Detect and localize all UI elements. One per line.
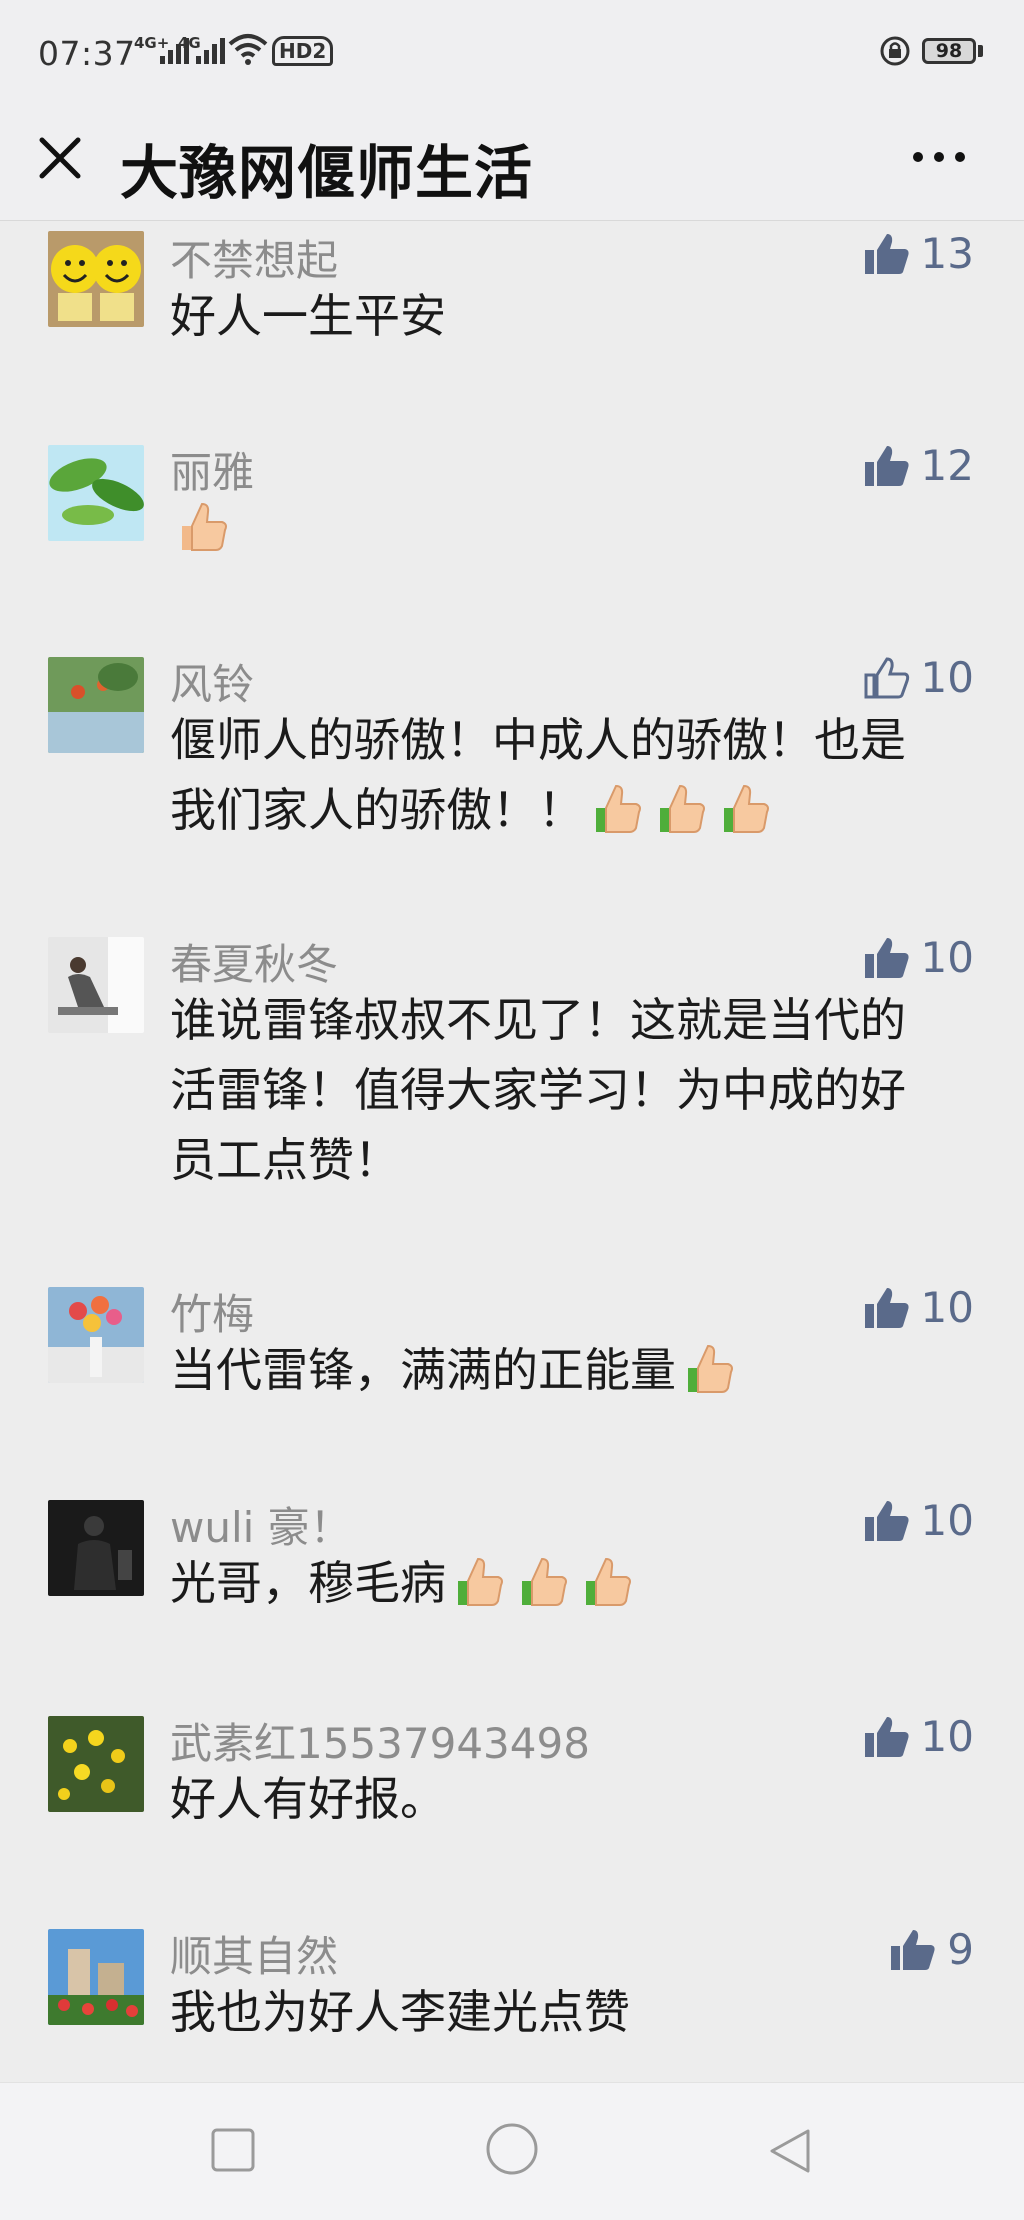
comment-text-line: 活雷锋！值得大家学习！为中成的好 <box>170 1063 906 1117</box>
yellow-flowers-avatar[interactable] <box>48 1716 144 1812</box>
thumbs-up-filled-icon <box>864 1716 909 1757</box>
like-button[interactable]: 10 <box>863 1496 974 1545</box>
comment-text: 偃师人的骄傲！中成人的骄傲！也是 我们家人的骄傲！！ <box>170 705 970 845</box>
comment-text-line: 当代雷锋，满满的正能量 <box>170 1343 676 1397</box>
comment-author[interactable]: 风铃 <box>170 651 254 712</box>
back-icon[interactable] <box>766 2127 812 2175</box>
like-button[interactable]: 10 <box>863 1712 974 1761</box>
like-button[interactable]: 10 <box>863 1283 974 1332</box>
comment-text-line: 偃师人的骄傲！中成人的骄傲！也是 <box>170 713 906 767</box>
thumbs-up-emoji-icon <box>660 784 705 833</box>
thumbs-up-outline-icon <box>864 656 909 698</box>
thumbs-up-filled-icon <box>864 233 909 274</box>
system-nav-bar <box>0 2082 1024 2220</box>
signal-icon-2 <box>196 38 225 64</box>
thumbs-up-filled-icon <box>864 445 909 486</box>
like-count: 9 <box>947 1925 974 1974</box>
comment-author[interactable]: 不禁想起 <box>170 227 338 288</box>
comment-text: 好人一生平安 <box>170 289 446 343</box>
comment-author[interactable]: 丽雅 <box>170 439 254 500</box>
home-icon[interactable] <box>484 2121 540 2177</box>
battery-tip <box>978 45 983 57</box>
status-time: 07:37 <box>38 34 136 73</box>
comment-text-line: 光哥，穆毛病 <box>170 1556 446 1610</box>
recent-apps-icon[interactable] <box>210 2127 256 2173</box>
like-button[interactable]: 12 <box>863 441 974 490</box>
thumbs-up-emoji-icon <box>182 502 227 551</box>
comment-author[interactable]: 武素红15537943498 <box>170 1710 590 1771</box>
battery-level: 98 <box>935 40 963 62</box>
comment-text: 谁说雷锋叔叔不见了！这就是当代的 活雷锋！值得大家学习！为中成的好 员工点赞！ <box>170 985 970 1195</box>
thumbs-up-emoji-icon <box>586 1557 631 1606</box>
thumbs-up-filled-icon <box>864 1287 909 1328</box>
leaves-avatar[interactable] <box>48 445 144 541</box>
more-options-icon[interactable] <box>904 132 974 182</box>
thumbs-up-emoji-icon <box>522 1557 567 1606</box>
comment-author[interactable]: 春夏秋冬 <box>170 931 338 992</box>
like-count: 12 <box>920 441 974 490</box>
like-button[interactable]: 9 <box>889 1925 974 1974</box>
like-count: 10 <box>920 933 974 982</box>
comment-text: 光哥，穆毛病 <box>170 1548 970 1618</box>
comment-text-line: 我们家人的骄傲！！ <box>170 783 584 837</box>
smiley-avatar[interactable] <box>48 231 144 327</box>
thumbs-up-filled-icon <box>864 937 909 978</box>
thumbs-up-emoji-icon <box>688 1344 733 1393</box>
thumbs-up-filled-icon <box>891 1929 935 1970</box>
wifi-icon <box>228 34 268 65</box>
comment-author[interactable]: 顺其自然 <box>170 1923 338 1984</box>
like-count: 13 <box>920 229 974 278</box>
like-count: 10 <box>920 1712 974 1761</box>
like-count: 10 <box>920 1283 974 1332</box>
page-title: 大豫网偃师生活 <box>120 139 534 207</box>
comment-text: 我也为好人李建光点赞 <box>170 1985 630 2039</box>
rotation-lock-icon <box>880 36 910 66</box>
dark-avatar[interactable] <box>48 1500 144 1596</box>
comment-text: 好人有好报。 <box>170 1772 446 1826</box>
comment-author[interactable]: 竹梅 <box>170 1281 254 1342</box>
comment-text: 当代雷锋，满满的正能量 <box>170 1335 970 1405</box>
like-button[interactable]: 10 <box>863 653 974 702</box>
hd-voice-icon: HD2 <box>272 36 334 66</box>
comment-text-line: 谁说雷锋叔叔不见了！这就是当代的 <box>170 993 906 1047</box>
reading-avatar[interactable] <box>48 937 144 1033</box>
battery-icon: 98 <box>922 38 976 64</box>
building-avatar[interactable] <box>48 1929 144 2025</box>
comment-text <box>170 493 970 563</box>
like-button[interactable]: 13 <box>863 229 974 278</box>
top-navbar: 大豫网偃师生活 <box>0 108 1024 221</box>
like-count: 10 <box>920 1496 974 1545</box>
thumbs-up-emoji-icon <box>596 784 641 833</box>
comment-author[interactable]: wuli 豪！ <box>170 1494 352 1555</box>
status-bar: 07:37 4G+ 4G HD2 98 <box>0 0 1024 108</box>
close-icon[interactable] <box>30 128 90 188</box>
like-count: 10 <box>920 653 974 702</box>
thumbs-up-emoji-icon <box>458 1557 503 1606</box>
thumbs-up-filled-icon <box>864 1500 909 1541</box>
garden-avatar[interactable] <box>48 657 144 753</box>
comment-text-line: 员工点赞！ <box>170 1133 400 1187</box>
thumbs-up-emoji-icon <box>724 784 769 833</box>
flowers-avatar[interactable] <box>48 1287 144 1383</box>
like-button[interactable]: 10 <box>863 933 974 982</box>
